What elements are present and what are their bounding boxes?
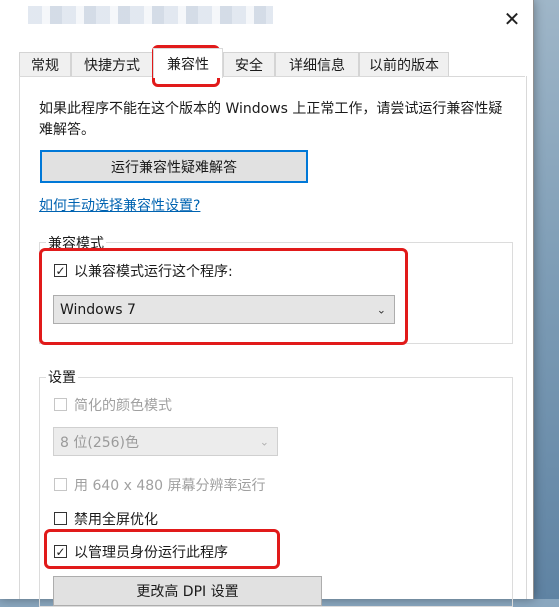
- chevron-down-icon: ⌄: [376, 303, 386, 316]
- tab-shortcut[interactable]: 快捷方式: [71, 52, 153, 76]
- compat-mode-group: [39, 242, 513, 344]
- color-mode-select[interactable]: 8 位(256)色 ⌄: [53, 427, 278, 456]
- compat-os-select[interactable]: Windows 7 ⌄: [53, 295, 395, 324]
- fullscreen-opt-label: 禁用全屏优化: [74, 512, 158, 528]
- blurred-title: [28, 6, 273, 24]
- color-mode-select-value: 8 位(256)色: [60, 434, 140, 451]
- resolution-checkbox[interactable]: [54, 478, 67, 491]
- title-bar: ✕: [0, 0, 533, 38]
- tab-security[interactable]: 安全: [223, 52, 275, 76]
- compat-mode-checkbox[interactable]: ✓: [54, 264, 67, 277]
- close-button[interactable]: ✕: [499, 6, 525, 32]
- checkmark-icon: ✓: [55, 544, 66, 559]
- change-dpi-button[interactable]: 更改高 DPI 设置: [53, 576, 322, 606]
- resolution-label: 用 640 x 480 屏幕分辨率运行: [74, 478, 266, 494]
- compat-os-select-value: Windows 7: [60, 301, 136, 318]
- reduced-color-checkbox[interactable]: [54, 398, 67, 411]
- tab-previous-versions[interactable]: 以前的版本: [359, 52, 449, 76]
- tab-details[interactable]: 详细信息: [275, 52, 359, 76]
- manual-settings-link[interactable]: 如何手动选择兼容性设置?: [39, 195, 200, 215]
- run-troubleshooter-button[interactable]: 运行兼容性疑难解答: [40, 150, 308, 183]
- run-as-admin-checkbox[interactable]: ✓: [54, 545, 67, 558]
- properties-dialog: ✕ 常规 快捷方式 兼容性 安全 详细信息 以前的版本 如果此程序不能在这个版本…: [0, 0, 534, 607]
- compat-mode-checkbox-label: 以兼容模式运行这个程序:: [74, 264, 233, 280]
- compat-intro-text: 如果此程序不能在这个版本的 Windows 上正常工作，请尝试运行兼容性疑难解答…: [39, 101, 503, 138]
- checkmark-icon: ✓: [55, 263, 66, 278]
- chevron-down-icon: ⌄: [259, 435, 269, 448]
- compat-mode-group-label: 兼容模式: [46, 233, 106, 253]
- fullscreen-opt-checkbox[interactable]: [54, 512, 67, 525]
- run-as-admin-label: 以管理员身份运行此程序: [74, 545, 228, 561]
- tab-general[interactable]: 常规: [19, 52, 71, 76]
- tab-compatibility[interactable]: 兼容性: [153, 48, 223, 78]
- settings-group-label: 设置: [46, 367, 78, 387]
- close-icon: ✕: [503, 7, 521, 31]
- reduced-color-label: 简化的颜色模式: [74, 398, 172, 414]
